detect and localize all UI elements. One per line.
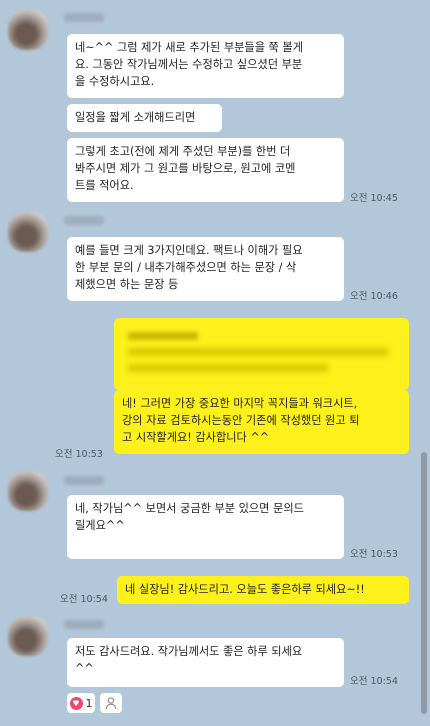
- message-bubble[interactable]: 일정을 짧게 소개해드리면: [67, 104, 222, 132]
- message-time: 오전 10:45: [350, 193, 398, 204]
- message-time: 오전 10:54: [350, 676, 398, 687]
- heart-reaction-button[interactable]: ♥ 1: [67, 693, 95, 713]
- my-message-bubble[interactable]: 네 실장님! 감사드리고. 오늘도 좋은하루 되세요~!!: [117, 576, 409, 604]
- message-time: 오전 10:54: [60, 594, 108, 605]
- message-time: 오전 10:46: [350, 291, 398, 302]
- person-icon: [105, 697, 117, 710]
- message-time: 오전 10:53: [350, 549, 398, 560]
- sender-avatar[interactable]: [8, 471, 48, 511]
- sender-name: [64, 476, 104, 485]
- sender-name: [64, 620, 104, 629]
- sender-name: [64, 13, 104, 22]
- sender-name: [64, 216, 104, 225]
- heart-icon: ♥: [69, 696, 83, 710]
- add-reaction-button[interactable]: [100, 693, 122, 713]
- message-bubble[interactable]: 네~^^ 그럼 제가 새로 추가된 부분들을 쭉 볼게 요. 그동안 작가님께서…: [67, 34, 344, 98]
- chat-room: 네~^^ 그럼 제가 새로 추가된 부분들을 쭉 볼게 요. 그동안 작가님께서…: [0, 0, 430, 726]
- message-bubble[interactable]: 그렇게 초고(전에 제게 주셨던 부분)를 한번 더 봐주시면 제가 그 원고를…: [67, 138, 344, 202]
- message-bubble[interactable]: 네, 작가님^^ 보면서 궁금한 부분 있으면 문의드 릴게요^^: [67, 495, 344, 559]
- message-time: 오전 10:53: [55, 449, 103, 460]
- message-bubble[interactable]: 저도 감사드려요. 작가님께서도 좋은 하루 되세요 ^^: [67, 638, 344, 687]
- my-message-bubble[interactable]: 네! 그러면 가장 중요한 마지막 꼭지들과 워크시트, 강의 자료 검토하시는…: [114, 390, 409, 454]
- message-bubble[interactable]: 예를 들면 크게 3가지인데요. 팩트나 이해가 필요 한 부분 문의 / 내추…: [67, 237, 344, 301]
- sender-avatar[interactable]: [8, 10, 48, 50]
- scrollbar[interactable]: [421, 452, 427, 714]
- sender-avatar[interactable]: [8, 212, 48, 252]
- blurred-message-bubble[interactable]: [114, 318, 409, 390]
- heart-count: 1: [85, 696, 93, 710]
- sender-avatar[interactable]: [8, 616, 48, 656]
